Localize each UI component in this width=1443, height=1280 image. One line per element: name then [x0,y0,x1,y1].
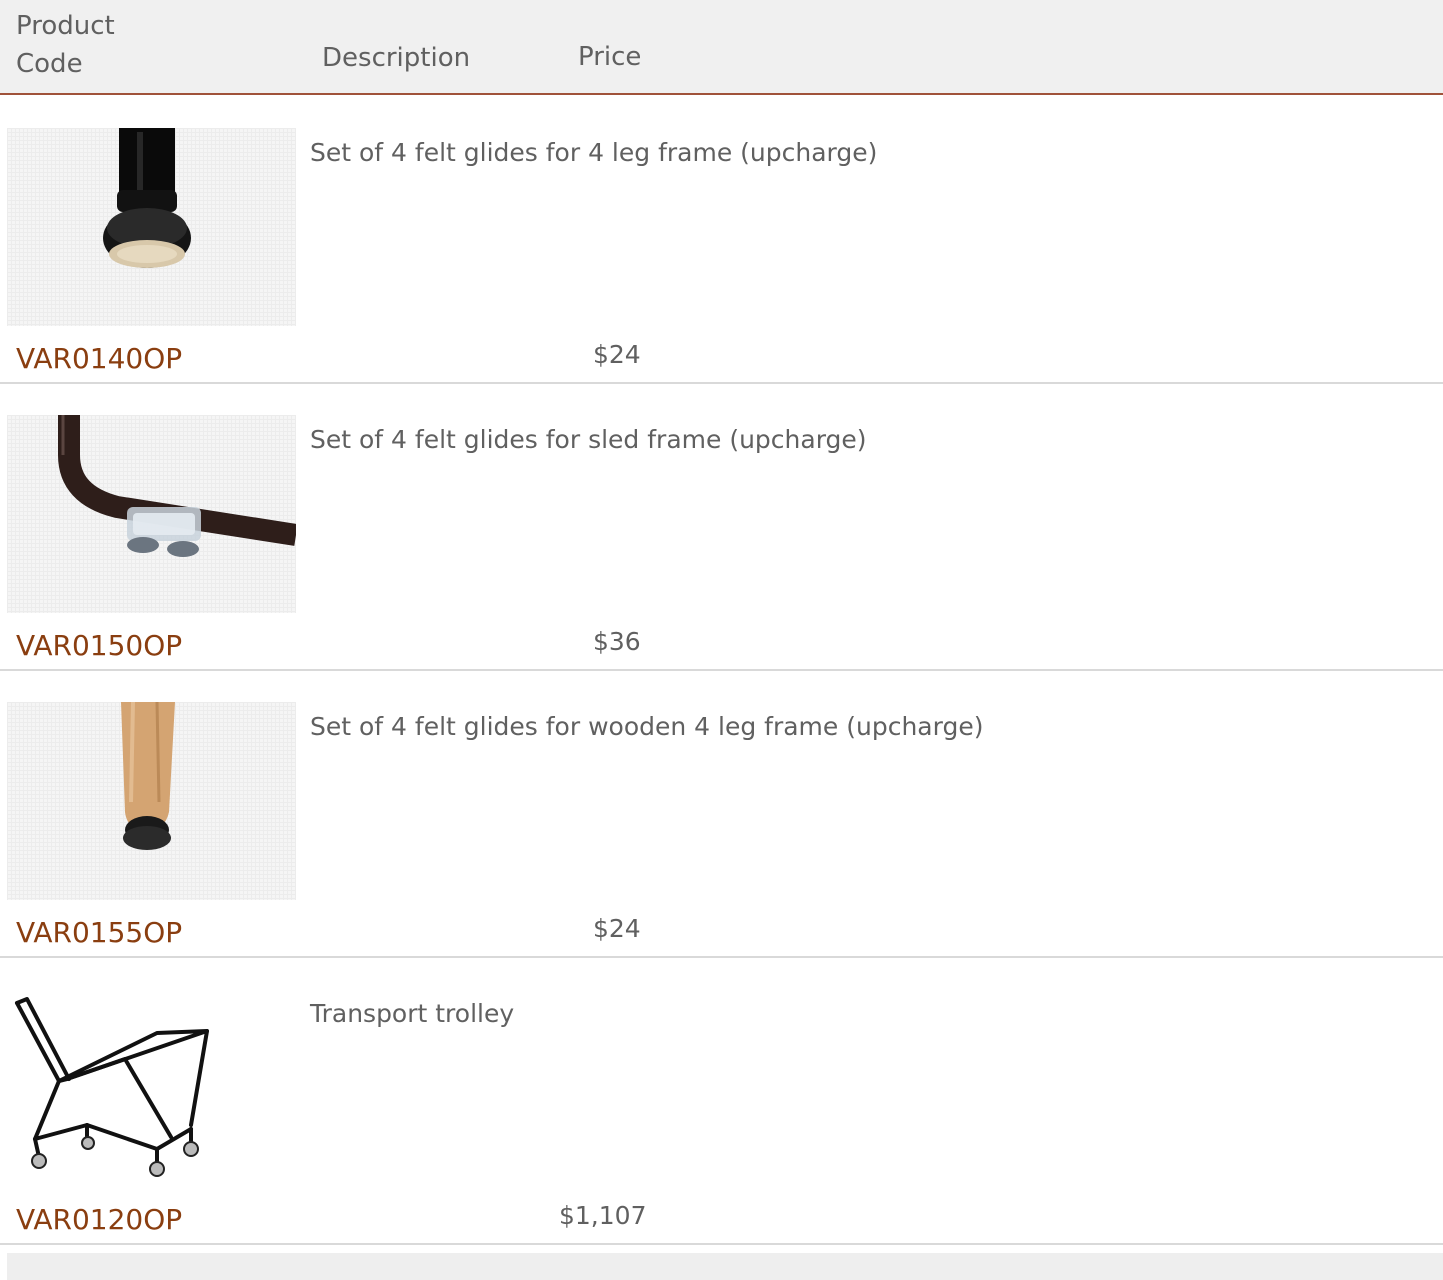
product-price: $36 [593,627,641,656]
header-product-code[interactable]: Product Code [16,7,176,83]
product-description: Set of 4 felt glides for sled frame (upc… [310,425,867,454]
product-description: Set of 4 felt glides for wooden 4 leg fr… [310,712,984,741]
product-code-link[interactable]: VAR0155OP [16,913,182,953]
product-price: $24 [593,914,641,943]
product-price: $24 [593,340,641,369]
table-footer [7,1253,1443,1280]
product-price: $1,107 [559,1201,647,1230]
header-description[interactable]: Description [322,39,470,77]
product-description: Transport trolley [310,999,515,1028]
felt-glide-sled-image[interactable] [7,415,296,613]
transport-trolley-image[interactable] [7,989,296,1187]
product-description: Set of 4 felt glides for 4 leg frame (up… [310,138,878,167]
table-row: Set of 4 felt glides for sled frame (upc… [0,382,1443,671]
product-code-link[interactable]: VAR0150OP [16,626,182,666]
table-row: Set of 4 felt glides for wooden 4 leg fr… [0,669,1443,958]
product-code-link[interactable]: VAR0120OP [16,1200,182,1240]
header-price[interactable]: Price [578,38,641,76]
table-header: Product Code Description Price [0,0,1443,95]
product-table: Product Code Description Price Set of 4 … [0,0,1443,1280]
felt-glide-4-leg-image[interactable] [7,128,296,326]
table-row: Transport trolley VAR0120OP $1,107 [0,956,1443,1245]
felt-glide-wooden-leg-image[interactable] [7,702,296,900]
product-code-link[interactable]: VAR0140OP [16,339,182,379]
table-row: Set of 4 felt glides for 4 leg frame (up… [0,95,1443,384]
